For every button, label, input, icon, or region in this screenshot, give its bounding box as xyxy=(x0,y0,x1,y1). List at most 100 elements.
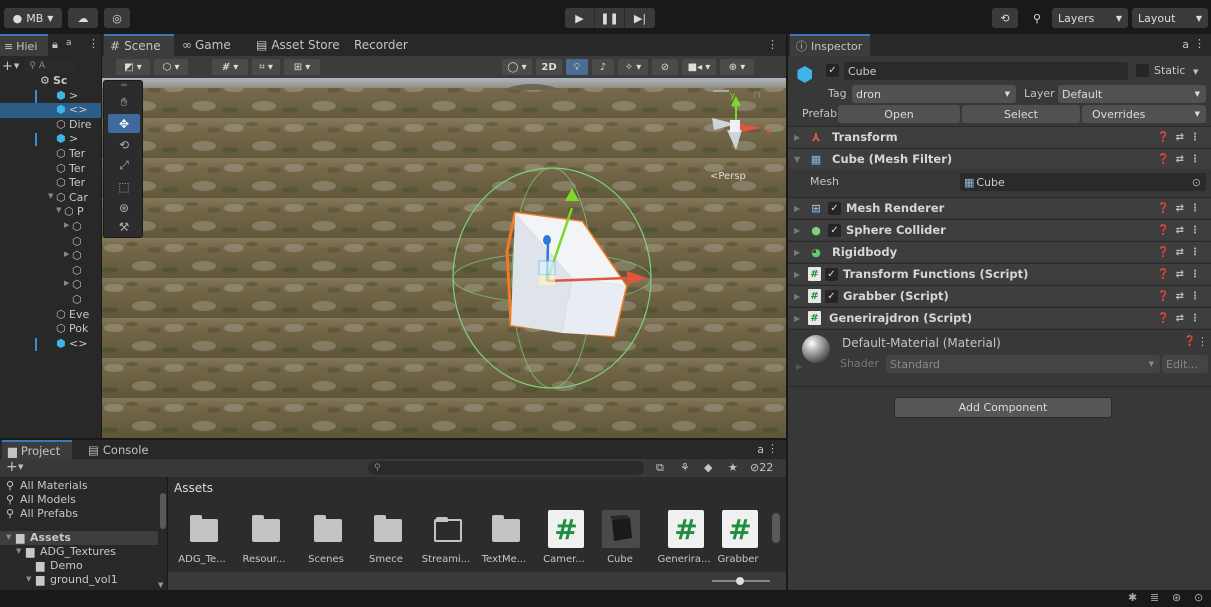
add-icon[interactable]: + xyxy=(6,459,18,475)
foldout-arrow-icon[interactable]: ▶ xyxy=(794,292,804,301)
asset-item[interactable]: # Grabber xyxy=(706,507,770,577)
history-button[interactable]: ⟲ xyxy=(992,8,1018,28)
sidebar-scrollbar[interactable] xyxy=(160,493,166,529)
custom-tool-button[interactable]: ⚒ xyxy=(108,217,140,236)
foldout-arrow-icon[interactable]: ▶ xyxy=(796,362,802,371)
component-transform[interactable]: ▶ ⅄ Transform ❓⇄⋮ xyxy=(788,126,1211,147)
hierarchy-item[interactable]: ⬢ <> xyxy=(0,337,101,352)
asset-item[interactable]: Resour... xyxy=(232,507,296,577)
tab-hierarchy[interactable]: ≡ Hiei xyxy=(0,34,48,56)
hierarchy-item[interactable]: ⬡ ▼ Car xyxy=(0,191,101,206)
foldout-arrow-icon[interactable]: ▼ xyxy=(56,206,61,214)
layer-dropdown[interactable]: Default ▼ xyxy=(1058,85,1206,103)
hierarchy-item[interactable]: ⬢ <> xyxy=(0,103,101,119)
pause-button[interactable]: ❚❚ xyxy=(595,8,625,28)
component-actions[interactable]: ❓⇄⋮ xyxy=(1157,313,1206,324)
foldout-arrow-icon[interactable]: ▶ xyxy=(64,221,69,229)
asset-item[interactable]: # Camer... xyxy=(532,507,596,577)
effects-dropdown[interactable]: ✧ ▾ xyxy=(618,59,648,75)
snap-settings-dropdown[interactable]: ⊞ ▾ xyxy=(284,59,320,75)
foldout-arrow-icon[interactable]: ▶ xyxy=(64,279,69,287)
tab-project[interactable]: ▆ Project xyxy=(2,440,72,460)
asset-scrollbar[interactable] xyxy=(772,513,780,543)
object-name-field[interactable]: Cube xyxy=(844,62,1128,80)
hidden-packages-button[interactable]: ⊘22 xyxy=(750,461,773,474)
scale-tool-button[interactable]: ⤢ xyxy=(108,156,140,175)
foldout-arrow-icon[interactable]: ▶ xyxy=(794,314,804,323)
prefab-open-button[interactable]: Open xyxy=(838,105,960,123)
view-options-dropdown[interactable]: ⬡ ▾ xyxy=(154,59,188,75)
folder-tree-item[interactable]: ▼ ▆ ground_vol1 xyxy=(0,573,158,587)
step-button[interactable]: ▶| xyxy=(625,8,655,28)
active-checkbox[interactable]: ✓ xyxy=(826,64,839,77)
project-search-input[interactable]: ⚲ xyxy=(368,461,644,475)
hierarchy-item[interactable]: ⬢ > xyxy=(0,132,101,147)
more-options-icon[interactable]: ⋮ xyxy=(88,37,99,50)
account-dropdown[interactable]: ● MB ▼ xyxy=(4,8,62,28)
lock-icon[interactable]: a xyxy=(757,443,764,456)
debug-icon[interactable]: ✱ xyxy=(1128,591,1137,604)
gizmos-dropdown[interactable]: ⊕ ▾ xyxy=(720,59,754,75)
foldout-arrow-icon[interactable]: ▶ xyxy=(794,133,804,142)
prefab-select-button[interactable]: Select xyxy=(962,105,1080,123)
hidden-objects-toggle[interactable]: ⊘ xyxy=(652,59,678,75)
saved-search-item[interactable]: ⚲ All Prefabs xyxy=(0,507,158,521)
camera-dropdown[interactable]: ■◂ ▾ xyxy=(682,59,716,75)
hierarchy-item[interactable]: ⬡ Pok xyxy=(0,322,101,337)
tag-dropdown[interactable]: dron ▼ xyxy=(852,85,1016,103)
folder-tree-item[interactable]: ▆ Demo xyxy=(0,559,158,573)
hierarchy-item[interactable]: ⬡ xyxy=(0,293,101,308)
tag-icon[interactable]: ◆ xyxy=(704,461,712,474)
asset-item[interactable]: Scenes xyxy=(294,507,358,577)
component-actions[interactable]: ❓⇄⋮ xyxy=(1157,269,1206,280)
foldout-arrow-icon[interactable]: ▼ xyxy=(6,533,11,541)
hierarchy-item[interactable]: ⬡ Ter xyxy=(0,147,101,162)
hierarchy-item[interactable]: ⬡ ▶ xyxy=(0,249,101,264)
tab-inspector[interactable]: ⓘ Inspector xyxy=(790,34,870,56)
more-options-icon[interactable]: ⋮ xyxy=(767,442,778,455)
lock-icon[interactable]: 🔒︎ xyxy=(52,38,58,52)
breadcrumb[interactable]: ▲ Assets xyxy=(168,481,213,495)
stack-icon[interactable]: ≣ xyxy=(1150,591,1159,604)
asset-item[interactable]: Cube xyxy=(588,507,652,577)
draw-mode-dropdown[interactable]: ◩ ▾ xyxy=(116,59,150,75)
help-icon[interactable]: ❓ xyxy=(1184,336,1196,347)
foldout-arrow-icon[interactable]: ▼ xyxy=(26,575,31,583)
component-mesh-renderer[interactable]: ▶ ⊞ ✓ Mesh Renderer ❓⇄⋮ xyxy=(788,197,1211,218)
progress-check-icon[interactable]: ⊙ xyxy=(1194,591,1203,604)
move-gizmo-plane-xz[interactable] xyxy=(539,275,555,285)
foldout-arrow-icon[interactable]: ▶ xyxy=(794,270,804,279)
hierarchy-item[interactable]: ⬢ > xyxy=(0,89,101,104)
tab-console[interactable]: ▤ Console xyxy=(88,440,158,460)
favorite-star-icon[interactable]: ★ xyxy=(728,461,738,474)
component-enabled-checkbox[interactable]: ✓ xyxy=(825,267,838,281)
toggle-2d-button[interactable]: 2D xyxy=(536,59,562,75)
play-button[interactable]: ▶ xyxy=(565,8,595,28)
asset-item[interactable]: Smece xyxy=(354,507,418,577)
tool-palette-handle[interactable]: ═ xyxy=(108,81,140,91)
layout-dropdown[interactable]: Layout ▼ xyxy=(1132,8,1208,28)
static-checkbox[interactable] xyxy=(1136,64,1149,77)
object-picker-icon[interactable]: ⊙ xyxy=(1192,176,1201,189)
persp-label[interactable]: <Persp xyxy=(710,171,746,182)
hierarchy-item[interactable]: ⬡ Ter xyxy=(0,162,101,177)
component-enabled-checkbox[interactable]: ✓ xyxy=(825,289,838,303)
collab-button[interactable]: ◎ xyxy=(104,8,130,28)
hierarchy-item[interactable]: ⬡ ▶ xyxy=(0,278,101,293)
hierarchy-item[interactable]: ⬡ ▶ xyxy=(0,220,101,235)
scroll-down-icon[interactable]: ▼ xyxy=(158,581,163,589)
transform-tool-button[interactable]: ⊛ xyxy=(108,198,140,217)
increment-snap-dropdown[interactable]: ⌗ ▾ xyxy=(252,59,280,75)
foldout-arrow-icon[interactable]: ▼ xyxy=(16,547,21,555)
scene-viewport[interactable]: y x ⊓ <Persp xyxy=(102,78,786,438)
audio-toggle[interactable]: ♪ xyxy=(592,59,614,75)
rotate-tool-button[interactable]: ⟲ xyxy=(108,135,140,154)
zoom-slider-thumb[interactable] xyxy=(736,577,744,585)
asset-item[interactable]: Streami... xyxy=(414,507,478,577)
search-by-type-icon[interactable]: ⧉ xyxy=(656,461,664,475)
hand-tool-button[interactable]: ✋︎ xyxy=(108,93,140,112)
component-enabled-checkbox[interactable]: ✓ xyxy=(828,223,841,237)
lock-icon[interactable]: a xyxy=(1182,38,1189,51)
foldout-arrow-icon[interactable]: ▶ xyxy=(794,226,804,235)
auto-generate-lighting-icon[interactable]: ⊛ xyxy=(1172,591,1181,604)
